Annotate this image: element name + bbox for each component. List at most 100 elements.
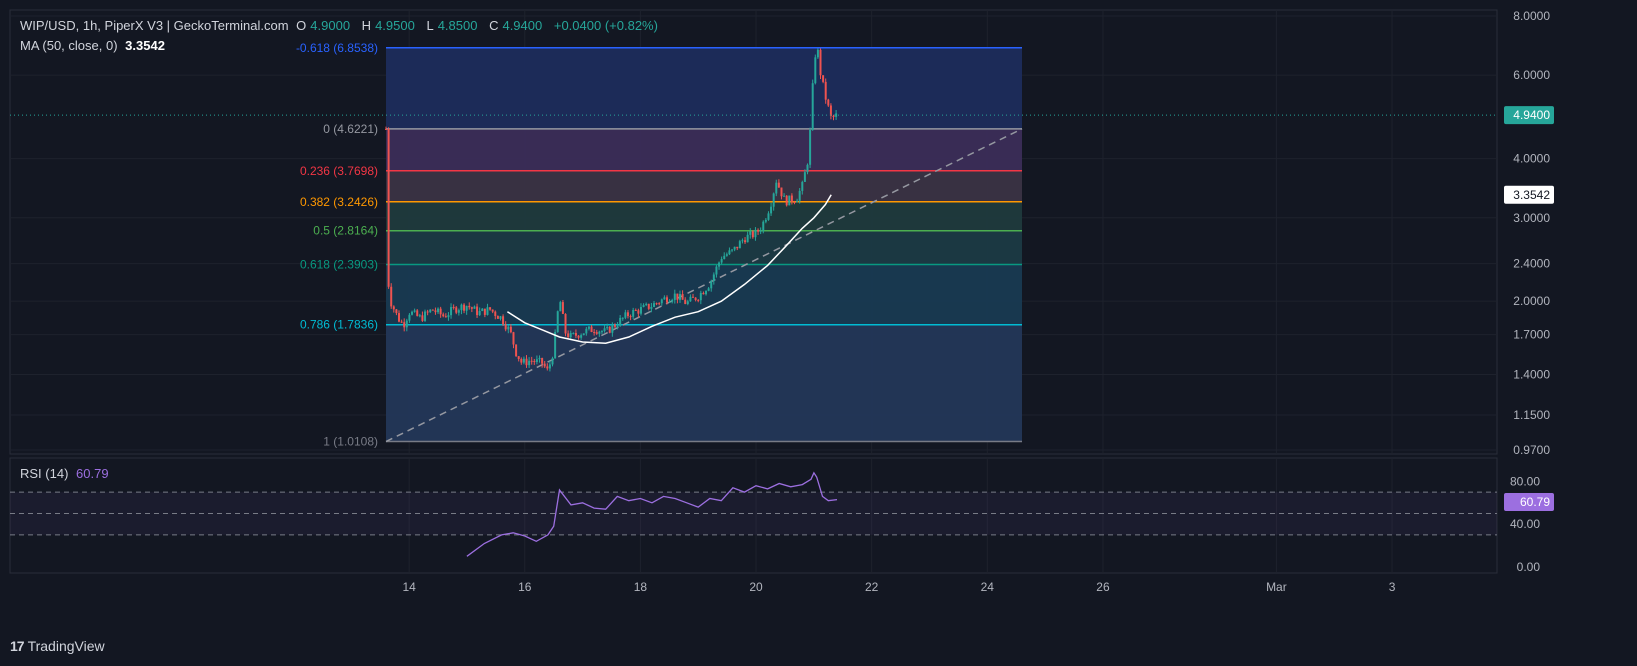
candle-body [824,81,827,100]
price-tick-label: 1.1500 [1513,408,1550,422]
candle-body [418,315,421,317]
candle-body [512,332,515,345]
time-tick-label: 20 [749,580,763,594]
price-tick-label: 2.4000 [1513,257,1550,271]
fib-level-label: 0.382 (3.2426) [300,195,378,209]
candle-body [645,303,648,306]
rsi-value-tag-text: 60.79 [1520,495,1550,509]
symbol-legend[interactable]: WIP/USD, 1h, PiperX V3 | GeckoTerminal.c… [20,18,662,33]
candle-body [710,280,713,289]
candle-body [600,331,603,333]
candle-body [577,335,580,338]
candle-body [587,326,590,329]
price-tick-label: 6.0000 [1513,68,1550,82]
candle-body [686,301,689,304]
candle-body [647,303,650,309]
candle-body [762,221,765,231]
time-tick-label: 18 [634,580,648,594]
time-tick-label: 16 [518,580,532,594]
candle-body [494,311,497,317]
candle-body [411,311,414,315]
time-tick-label: 24 [981,580,995,594]
candle-body [541,357,544,364]
candle-body [689,296,692,302]
rsi-legend[interactable]: RSI (14) 60.79 [20,466,113,481]
price-tick-label: 8.0000 [1513,9,1550,23]
candle-body [457,310,460,313]
candle-body [582,333,585,336]
fib-zone [386,201,1022,231]
time-tick-label: 14 [402,580,416,594]
fib-level-label: -0.618 (6.8538) [296,41,378,55]
candle-body [439,308,442,315]
candle-body [413,310,416,312]
candle-body [803,172,806,182]
candle-body [738,241,741,249]
candle-body [520,358,523,363]
rsi-tick-label: 80.00 [1510,474,1540,488]
candle-body [499,316,502,319]
candle-body [767,213,770,220]
ohlc-close: C 4.9400 [489,18,543,33]
candle-body [548,364,551,369]
price-tick-label: 0.9700 [1513,443,1550,457]
candle-body [658,303,661,305]
candle-body [572,333,575,335]
candle-body [705,290,708,295]
candle-body [598,331,601,334]
candle-body [757,229,760,232]
candle-body [751,231,754,238]
chart-canvas[interactable]: -0.618 (6.8538) 0 (4.6221) 0.236 (3.7698) 0… [0,0,1637,666]
candle-body [681,294,684,300]
candle-body [504,324,507,330]
candle-body [426,311,429,313]
candle-body [590,326,593,333]
candle-body [793,201,796,203]
candle-body [431,309,434,311]
fib-level-label: 0 (4.6221) [323,122,378,136]
candle-body [619,317,622,326]
candle-body [483,308,486,315]
price-tick-label: 1.7000 [1513,328,1550,342]
price-tick-label: 2.0000 [1513,294,1550,308]
candle-body [509,326,512,333]
tradingview-branding[interactable]: 17 TradingView [10,638,105,654]
candle-body [692,296,695,298]
candle-body [634,310,637,312]
ma-legend[interactable]: MA (50, close, 0) 3.3542 [20,38,169,53]
candle-body [699,292,702,301]
candle-body [811,83,814,130]
candle-body [452,307,455,309]
candle-body [517,356,520,359]
candle-body [754,229,757,238]
candle-body [809,129,812,165]
candle-body [593,332,596,334]
time-axis[interactable]: 14 16 18 20 22 24 26 Mar 3 [402,580,1395,594]
candle-body [608,326,611,333]
candle-body [470,307,473,309]
candle-body [478,310,481,316]
candle-body [465,305,468,311]
candle-body [434,310,437,313]
candle-body [502,316,505,325]
candle-body [746,234,749,243]
candle-body [652,303,655,307]
price-axis[interactable]: 8.0000 6.0000 4.0000 3.0000 2.4000 2.0000 1.70… [1510,9,1550,574]
candle-body [574,333,577,336]
candle-body [822,75,825,82]
candle-body [624,312,627,318]
time-tick-label: 26 [1096,580,1110,594]
candle-body [814,57,817,84]
candle-body [486,307,489,315]
candle-body [616,325,619,327]
candle-body [429,309,432,313]
ohlc-high: H 4.9500 [361,18,415,33]
candle-body [515,344,518,357]
candle-body [603,328,606,332]
candle-body [642,305,645,308]
candle-body [775,182,778,194]
candle-body [507,326,510,330]
candle-body [723,255,726,260]
time-tick-label: Mar [1266,580,1287,594]
symbol-title: WIP/USD, 1h, PiperX V3 | GeckoTerminal.c… [20,18,289,33]
